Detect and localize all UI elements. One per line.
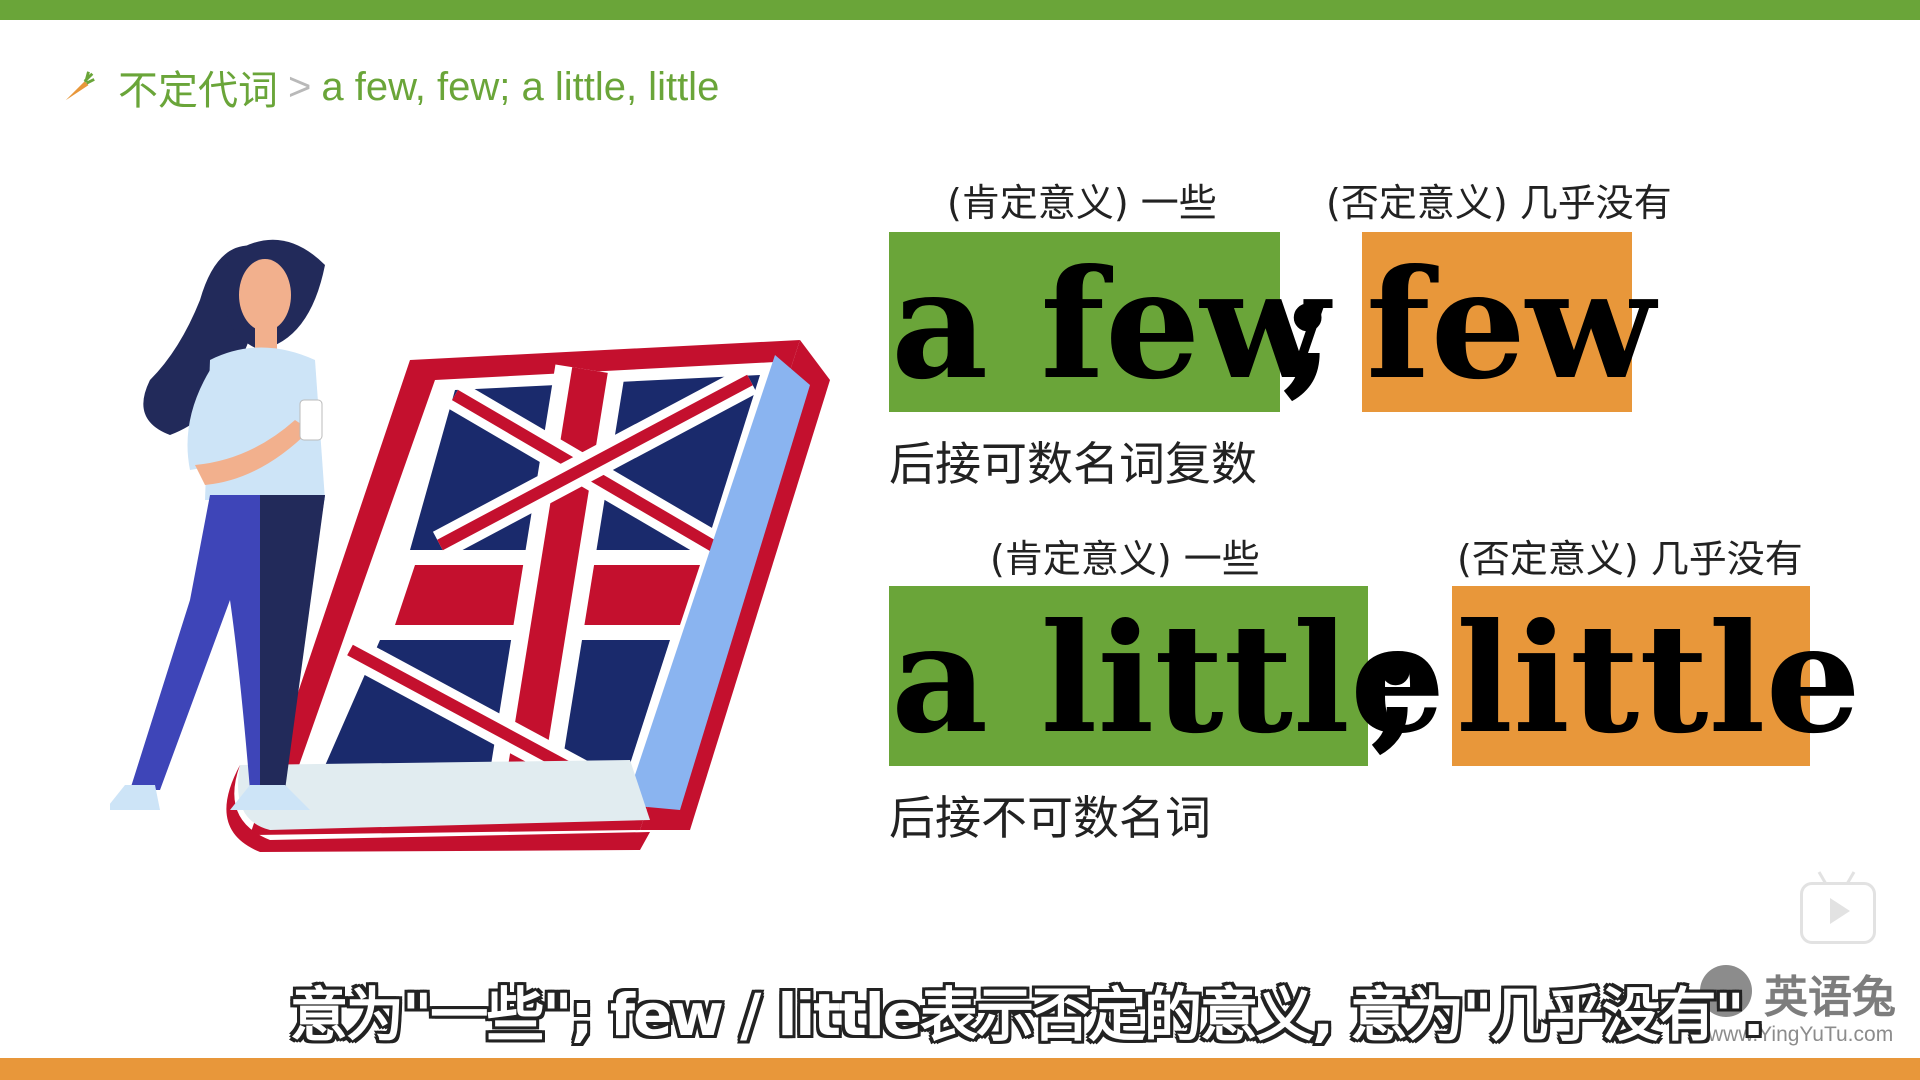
play-icon[interactable] bbox=[1800, 871, 1876, 944]
breadcrumb-separator: > bbox=[288, 64, 312, 109]
row2-negative-word: little bbox=[1456, 591, 1861, 767]
row1-positive-word: a few bbox=[891, 237, 1330, 413]
woman-with-book-illustration bbox=[110, 239, 830, 852]
row1-negative-box: few bbox=[1362, 232, 1655, 412]
row2-positive-box: a little bbox=[889, 586, 1445, 766]
row1-description: 后接可数名词复数 bbox=[889, 437, 1257, 491]
row2-positive-word: a little bbox=[891, 591, 1446, 767]
row1-positive-box: a few bbox=[889, 232, 1330, 412]
bottom-accent-bar bbox=[0, 1058, 1920, 1080]
watermark-brand: 英语兔 bbox=[1764, 972, 1896, 1023]
woman-figure bbox=[110, 239, 325, 810]
row1-positive-note: (肯定意义) 一些 bbox=[947, 181, 1217, 225]
row2-separator: ; bbox=[1368, 591, 1424, 767]
row1-separator: ; bbox=[1280, 237, 1336, 413]
row2-negative-note: (否定意义) 几乎没有 bbox=[1457, 537, 1803, 581]
row2-negative-box: little bbox=[1452, 586, 1861, 766]
subtitle-caption: 意为"一些"; few / little表示否定的意义, 意为"几乎没有". bbox=[290, 981, 1765, 1049]
row2-description: 后接不可数名词 bbox=[889, 791, 1211, 845]
row1-negative-note: (否定意义) 几乎没有 bbox=[1326, 181, 1672, 225]
row1-negative-word: few bbox=[1366, 237, 1656, 413]
top-accent-bar bbox=[0, 0, 1920, 20]
breadcrumb-topic: a few, few; a little, little bbox=[321, 64, 720, 109]
row2-positive-note: (肯定意义) 一些 bbox=[990, 537, 1260, 581]
breadcrumb: 不定代词 > a few, few; a little, little bbox=[60, 60, 719, 114]
breadcrumb-section: 不定代词 bbox=[118, 69, 278, 113]
carrot-icon bbox=[65, 71, 95, 101]
